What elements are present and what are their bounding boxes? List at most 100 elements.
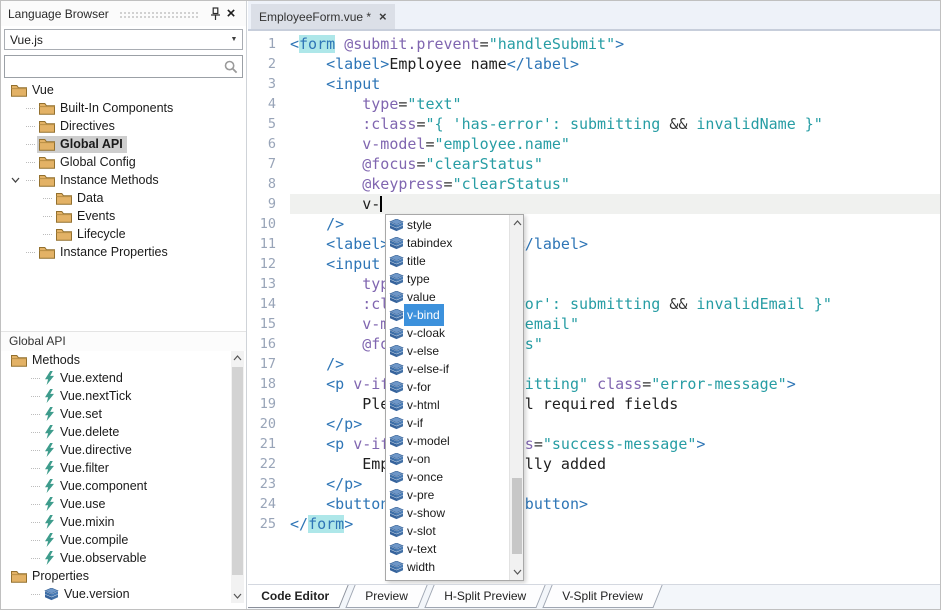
layers-icon	[389, 417, 404, 430]
tab-v-split-preview[interactable]: V-Split Preview	[542, 585, 662, 608]
layers-icon	[389, 345, 404, 358]
scrollbar-thumb[interactable]	[512, 478, 522, 555]
tree-item-label: Vue.directive	[55, 442, 136, 459]
line-number: 23	[248, 474, 276, 494]
layers-icon	[389, 453, 404, 466]
tree-item-directives[interactable]: Directives	[1, 117, 246, 135]
tree-item-label: Events	[72, 208, 119, 225]
code-line-7[interactable]: 7 @focus="clearStatus"	[248, 154, 941, 174]
tree-item-vue-observable[interactable]: Vue.observable	[1, 549, 246, 567]
tree-item-vue-directive[interactable]: Vue.directive	[1, 441, 246, 459]
code-line-1[interactable]: 1<form @submit.prevent="handleSubmit">	[248, 34, 941, 54]
autocomplete-scrollbar[interactable]	[509, 215, 523, 580]
method-icon	[44, 497, 55, 511]
code-text: <input	[290, 74, 941, 94]
tree-item-vue-filter[interactable]: Vue.filter	[1, 459, 246, 477]
left-panel-scrollbar[interactable]	[231, 351, 244, 603]
code-line-12[interactable]: 12 <input	[248, 254, 941, 274]
code-line-20[interactable]: 20 </p>	[248, 414, 941, 434]
line-number: 21	[248, 434, 276, 454]
method-icon	[44, 407, 55, 421]
scroll-down-icon[interactable]	[510, 565, 524, 579]
scrollbar-thumb[interactable]	[232, 367, 243, 575]
tree-item-vue-extend[interactable]: Vue.extend	[1, 369, 246, 387]
tab-employeeform-vue[interactable]: EmployeeForm.vue * ×	[251, 4, 395, 29]
code-line-10[interactable]: 10 />	[248, 214, 941, 234]
tree-connector	[31, 540, 40, 541]
tree-item-global-config[interactable]: Global Config	[1, 153, 246, 171]
tree-item-vue-use[interactable]: Vue.use	[1, 495, 246, 513]
tree-item-vue[interactable]: Vue	[1, 81, 246, 99]
layers-icon	[389, 363, 404, 376]
line-number: 19	[248, 394, 276, 414]
pin-icon[interactable]	[207, 6, 223, 22]
code-text: @keypress="clearStatus"	[290, 174, 941, 194]
tree-item-vue-mixin[interactable]: Vue.mixin	[1, 513, 246, 531]
code-line-18[interactable]: 18 <p v-if="error && submitting" class="…	[248, 374, 941, 394]
code-line-24[interactable]: 24 <button>Add Employee</button>	[248, 494, 941, 514]
autocomplete-item-width[interactable]: width	[386, 558, 509, 576]
search-input[interactable]	[5, 56, 220, 77]
tree-item-vue-nexttick[interactable]: Vue.nextTick	[1, 387, 246, 405]
code-line-17[interactable]: 17 />	[248, 354, 941, 374]
code-line-6[interactable]: 6 v-model="employee.name"	[248, 134, 941, 154]
folder-icon	[56, 228, 72, 241]
code-line-22[interactable]: 22 Employee successfully added	[248, 454, 941, 474]
code-line-3[interactable]: 3 <input	[248, 74, 941, 94]
code-line-4[interactable]: 4 type="text"	[248, 94, 941, 114]
tree-item-global-api[interactable]: Global API	[1, 135, 246, 153]
tree-item-vue-delete[interactable]: Vue.delete	[1, 423, 246, 441]
tree-item-label: Lifecycle	[72, 226, 130, 243]
tree-item-vue-version[interactable]: Vue.version	[1, 585, 246, 603]
tree-item-built-in-components[interactable]: Built-In Components	[1, 99, 246, 117]
code-line-5[interactable]: 5 :class="{ 'has-error': submitting && i…	[248, 114, 941, 134]
code-line-13[interactable]: 13 type="text"	[248, 274, 941, 294]
code-area[interactable]: 1<form @submit.prevent="handleSubmit">2 …	[248, 33, 941, 584]
method-icon	[44, 533, 55, 547]
tab-preview[interactable]: Preview	[345, 585, 427, 608]
tab-h-split-preview[interactable]: H-Split Preview	[424, 585, 545, 608]
drag-grip[interactable]	[119, 11, 199, 18]
tree-item-label: Vue.observable	[55, 550, 150, 567]
tree-item-vue-component[interactable]: Vue.component	[1, 477, 246, 495]
code-line-23[interactable]: 23 </p>	[248, 474, 941, 494]
code-line-9[interactable]: 9 v-	[248, 194, 941, 214]
code-line-16[interactable]: 16 @focus="clearStatus"	[248, 334, 941, 354]
code-line-11[interactable]: 11 <label>Employee Email</label>	[248, 234, 941, 254]
tree-item-instance-methods[interactable]: Instance Methods	[1, 171, 246, 189]
language-dropdown-value: Vue.js	[5, 33, 226, 47]
code-line-25[interactable]: 25</form>	[248, 514, 941, 534]
tree-item-label: Vue.use	[55, 496, 109, 513]
tree-item-label: Vue.set	[55, 406, 106, 423]
close-icon[interactable]: ×	[223, 6, 239, 22]
method-icon	[44, 551, 55, 565]
language-dropdown[interactable]: Vue.js ▼	[4, 29, 243, 50]
code-line-19[interactable]: 19 Please fill out all required fields	[248, 394, 941, 414]
tab-code-editor[interactable]: Code Editor	[248, 585, 349, 608]
chevron-expanded-icon[interactable]	[11, 177, 23, 183]
scroll-up-icon[interactable]	[510, 216, 524, 230]
panel-titlebar[interactable]: Language Browser ×	[1, 1, 246, 26]
tree-item-instance-properties[interactable]: Instance Properties	[1, 243, 246, 261]
tree-item-vue-compile[interactable]: Vue.compile	[1, 531, 246, 549]
scroll-up-icon[interactable]	[231, 351, 244, 365]
method-icon	[44, 443, 55, 457]
code-line-14[interactable]: 14 :class="{ 'has-error': submitting && …	[248, 294, 941, 314]
code-line-15[interactable]: 15 v-model="employee.email"	[248, 314, 941, 334]
tree-item-data[interactable]: Data	[1, 189, 246, 207]
tree-connector	[31, 558, 40, 559]
tree-item-lifecycle[interactable]: Lifecycle	[1, 225, 246, 243]
code-line-21[interactable]: 21 <p v-if="success" class="success-mess…	[248, 434, 941, 454]
tree-item-methods[interactable]: Methods	[1, 351, 246, 369]
tree-item-events[interactable]: Events	[1, 207, 246, 225]
code-line-8[interactable]: 8 @keypress="clearStatus"	[248, 174, 941, 194]
tree-item-label: Vue.delete	[55, 424, 123, 441]
folder-icon	[11, 84, 27, 97]
line-number: 10	[248, 214, 276, 234]
scroll-down-icon[interactable]	[231, 589, 244, 603]
code-line-2[interactable]: 2 <label>Employee name</label>	[248, 54, 941, 74]
tree-item-vue-set[interactable]: Vue.set	[1, 405, 246, 423]
tree-item-properties[interactable]: Properties	[1, 567, 246, 585]
line-number: 17	[248, 354, 276, 374]
tab-close-icon[interactable]: ×	[379, 9, 387, 24]
